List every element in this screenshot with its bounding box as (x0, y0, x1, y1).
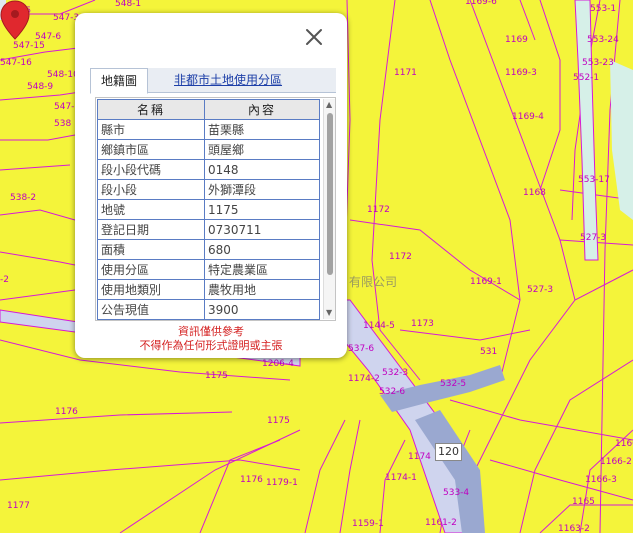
field-name-cell: 公告現值 (97, 299, 205, 320)
scroll-down-arrow-icon[interactable]: ▼ (326, 309, 332, 317)
field-value-cell: 頭屋鄉 (204, 139, 320, 160)
parcel-label: 1177 (7, 501, 30, 511)
parcel-label: 1168 (523, 188, 546, 198)
parcel-label: 1166 (615, 439, 633, 449)
parcel-label: 532-6 (379, 387, 406, 397)
field-name-cell: 段小段 (97, 179, 205, 200)
parcel-label: 1166-2 (600, 457, 632, 467)
table-row: 使用地類別 農牧用地 (97, 279, 320, 300)
field-value-cell: 0148 (204, 159, 320, 180)
field-name-cell: 鄉鎮市區 (97, 139, 205, 160)
parcel-label: 548-9 (27, 82, 54, 92)
disclaimer: 資訊僅供參考 不得作為任何形式證明或主張 (75, 325, 347, 353)
parcel-label: 548-1 (115, 0, 142, 9)
table-row: 登記日期 0730711 (97, 219, 320, 240)
field-name-cell: 登記日期 (97, 219, 205, 240)
field-value-cell: 680 (204, 239, 320, 260)
company-label: 有限公司 (349, 275, 398, 289)
parcel-label: 1144-5 (363, 321, 395, 331)
table-header-row: 名稱 內容 (97, 99, 320, 120)
parcel-label: 532-3 (382, 368, 409, 378)
parcel-label: 547-16 (0, 58, 32, 68)
parcel-info-table: 名稱 內容 縣市 苗栗縣 鄉鎮市區 頭屋鄉 段小段代碼 0148 段小段 外獅潭段 地號 1175… (97, 99, 320, 320)
field-value-cell: 苗栗縣 (204, 119, 320, 140)
parcel-label: 1163-2 (558, 524, 590, 533)
parcel-label: 1173 (411, 319, 434, 329)
parcel-label: 1175 (267, 416, 290, 426)
parcel-label: 1169 (505, 35, 528, 45)
parcel-label: -2 (0, 275, 9, 285)
parcel-label: 1169-6 (465, 0, 497, 7)
parcel-label: 1166-3 (585, 475, 617, 485)
table-row: 鄉鎮市區 頭屋鄉 (97, 139, 320, 160)
table-row: 縣市 苗栗縣 (97, 119, 320, 140)
field-value-cell: 農牧用地 (204, 279, 320, 300)
parcel-label: 532-5 (440, 379, 467, 389)
map-marker-icon[interactable] (0, 0, 30, 40)
parcel-label: 1174-1 (385, 473, 417, 483)
column-header-name: 名稱 (97, 99, 205, 120)
parcel-label: 1172 (367, 205, 390, 215)
parcel-label: 1206-4 (262, 359, 294, 369)
field-value-cell: 特定農業區 (204, 259, 320, 280)
parcel-label: 552-1 (573, 73, 600, 83)
table-row: 使用分區 特定農業區 (97, 259, 320, 280)
field-name-cell: 段小段代碼 (97, 159, 205, 180)
table-row: 地號 1175 (97, 199, 320, 220)
parcel-label: 1174-2 (348, 374, 380, 384)
field-name-cell: 縣市 (97, 119, 205, 140)
table-row: 公告現值 3900 (97, 299, 320, 320)
parcel-label: 1174 (408, 452, 431, 462)
field-value-cell: 1175 (204, 199, 320, 220)
parcel-label: 537-6 (348, 344, 375, 354)
road-number-shield: 120 (435, 443, 462, 461)
parcel-label: 553-17 (578, 175, 610, 185)
table-row: 段小段 外獅潭段 (97, 179, 320, 200)
parcel-label: 553-24 (587, 35, 619, 45)
field-value-cell: 3900 (204, 299, 320, 320)
parcel-label: 553-1 (590, 4, 617, 14)
column-header-content: 內容 (204, 99, 320, 120)
parcel-label: 1176 (55, 407, 78, 417)
parcel-label: 1169-4 (512, 112, 544, 122)
parcel-label: 1172 (389, 252, 412, 262)
table-scrollbar[interactable]: ▲ ▼ (323, 99, 335, 319)
parcel-label: 1159-1 (352, 519, 384, 529)
parcel-label: 1176 (240, 475, 263, 485)
parcel-label: 547-15 (13, 41, 45, 51)
parcel-label: 553-23 (582, 58, 614, 68)
field-name-cell: 地號 (97, 199, 205, 220)
tab-cadastral-map[interactable]: 地籍圖 (90, 68, 149, 94)
parcel-label: 1179-1 (266, 478, 298, 488)
parcel-label: 538 (54, 119, 72, 129)
scroll-up-arrow-icon[interactable]: ▲ (326, 101, 332, 109)
popup-tabs: 地籍圖 非都市土地使用分區 (90, 68, 336, 94)
table-row: 面積 680 (97, 239, 320, 260)
disclaimer-line-2: 不得作為任何形式證明或主張 (139, 339, 283, 352)
table-row: 段小段代碼 0148 (97, 159, 320, 180)
parcel-label: 1171 (394, 68, 417, 78)
info-popup: 地籍圖 非都市土地使用分區 名稱 內容 縣市 苗栗縣 鄉鎮市區 頭屋鄉 段小段代碼 014… (75, 13, 347, 358)
close-icon[interactable] (304, 27, 324, 47)
parcel-label: 533-4 (443, 488, 470, 498)
parcel-label: 1169-1 (470, 277, 502, 287)
parcel-info-table-container[interactable]: 名稱 內容 縣市 苗栗縣 鄉鎮市區 頭屋鄉 段小段代碼 0148 段小段 外獅潭段 地號 1175… (95, 97, 336, 321)
scroll-thumb[interactable] (327, 113, 333, 275)
parcel-label: 1161-2 (425, 518, 457, 528)
field-name-cell: 使用分區 (97, 259, 205, 280)
field-value-cell: 外獅潭段 (204, 179, 320, 200)
field-name-cell: 使用地類別 (97, 279, 205, 300)
parcel-label: 1169-3 (505, 68, 537, 78)
parcel-label: 531 (480, 347, 498, 357)
field-name-cell: 面積 (97, 239, 205, 260)
parcel-label: 527-3 (527, 285, 554, 295)
parcel-label: 1175 (205, 371, 228, 381)
disclaimer-line-1: 資訊僅供參考 (178, 325, 244, 338)
parcel-label: 1165 (572, 497, 595, 507)
tab-land-use-zoning[interactable]: 非都市土地使用分區 (164, 68, 292, 93)
parcel-label: 538-2 (10, 193, 37, 203)
field-value-cell: 0730711 (204, 219, 320, 240)
parcel-label: 527-3 (580, 233, 607, 243)
